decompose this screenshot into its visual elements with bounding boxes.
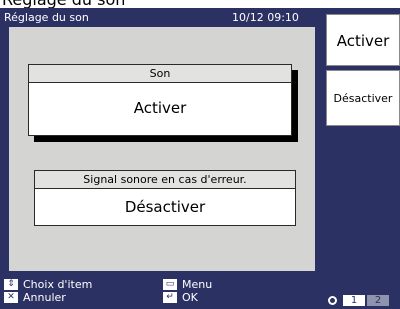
help-annuler: ✕ Annuler	[4, 291, 66, 304]
page-indicator: 1 2	[328, 295, 391, 306]
error-beep-setting[interactable]: Signal sonore en cas d'erreur. Désactive…	[34, 170, 296, 226]
son-label: Son	[29, 65, 291, 83]
error-beep-label: Signal sonore en cas d'erreur.	[35, 171, 295, 189]
eye-icon	[328, 296, 337, 305]
screen-caption: Réglage du son	[2, 0, 125, 8]
screen-title: Réglage du son	[4, 11, 89, 24]
help-choix: ⇕ Choix d'item	[4, 278, 92, 291]
menu-rect-icon: ▭	[163, 279, 177, 290]
son-setting[interactable]: Son Activer	[28, 64, 292, 136]
option-desactiver-button[interactable]: Désactiver	[326, 70, 400, 126]
help-annuler-label: Annuler	[23, 291, 66, 304]
help-choix-label: Choix d'item	[23, 278, 93, 291]
datetime: 10/12 09:10	[232, 11, 299, 24]
up-down-arrows-icon: ⇕	[4, 279, 18, 290]
cancel-x-icon: ✕	[4, 292, 18, 303]
option-activer-button[interactable]: Activer	[326, 14, 400, 66]
help-ok: ↵ OK	[163, 291, 198, 304]
error-beep-value: Désactiver	[124, 198, 206, 216]
help-ok-label: OK	[182, 291, 198, 304]
page-2[interactable]: 2	[367, 295, 389, 306]
page-1[interactable]: 1	[343, 295, 365, 306]
son-value: Activer	[133, 99, 187, 117]
enter-arrow-icon: ↵	[163, 292, 177, 303]
help-menu: ▭ Menu	[163, 278, 212, 291]
help-menu-label: Menu	[182, 278, 213, 291]
